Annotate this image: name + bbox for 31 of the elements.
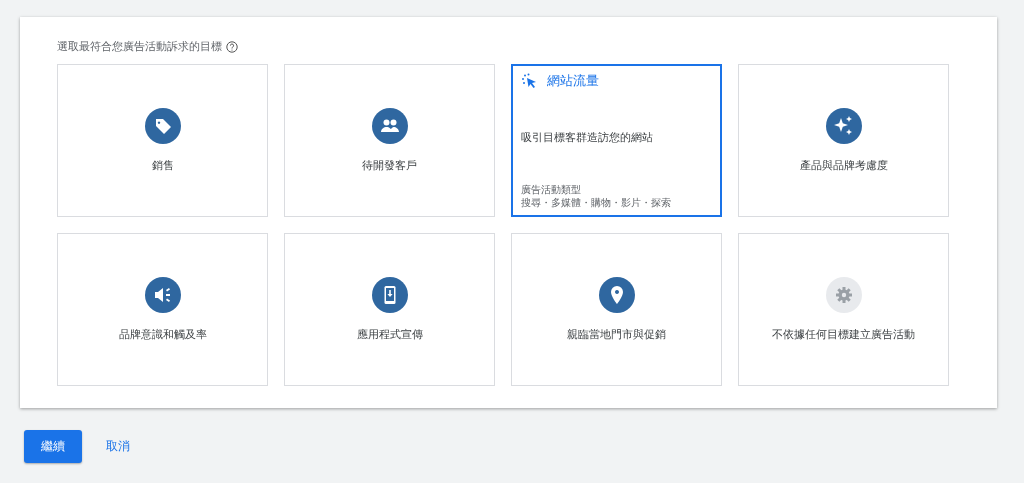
goal-label: 應用程式宣傳 (356, 327, 423, 342)
goal-label: 親臨當地門市與促銷 (567, 327, 666, 342)
location-pin-icon (598, 277, 635, 313)
goal-label: 銷售 (151, 158, 174, 173)
prompt-text: 選取最符合您廣告活動訴求的目標 (57, 39, 222, 54)
goal-card[interactable]: 品牌意識和觸及率 (57, 233, 268, 386)
cursor-click-icon (521, 73, 537, 89)
goal-label: 不依據任何目標建立廣告活動 (772, 327, 915, 342)
cancel-button[interactable]: 取消 (106, 434, 130, 459)
tag-icon (144, 108, 181, 144)
sparkle-icon (825, 108, 862, 144)
people-icon (371, 108, 408, 144)
goal-card[interactable]: 網站流量 吸引目標客群造訪您的網站 廣告活動類型 搜尋・多媒體・購物・影片・探索 (511, 64, 722, 217)
goal-card[interactable]: 不依據任何目標建立廣告活動 (738, 233, 949, 386)
goal-card[interactable]: 應用程式宣傳 (284, 233, 495, 386)
gear-icon (825, 277, 862, 313)
phone-download-icon (371, 277, 408, 313)
goal-title: 網站流量 (547, 72, 599, 90)
goal-label: 待開發客戶 (362, 158, 417, 173)
megaphone-icon (144, 277, 181, 313)
goal-label: 產品與品牌考慮度 (799, 158, 888, 173)
help-icon[interactable] (226, 40, 238, 53)
types-list: 搜尋・多媒體・購物・影片・探索 (521, 196, 671, 209)
goal-card[interactable]: 銷售 (57, 64, 268, 217)
goal-card[interactable]: 待開發客戶 (284, 64, 495, 217)
types-label: 廣告活動類型 (521, 183, 582, 196)
goal-description: 吸引目標客群造訪您的網站 (521, 130, 653, 145)
goal-label: 品牌意識和觸及率 (118, 327, 207, 342)
continue-button[interactable]: 繼續 (24, 430, 82, 463)
goal-card[interactable]: 親臨當地門市與促銷 (511, 233, 722, 386)
goal-card[interactable]: 產品與品牌考慮度 (738, 64, 949, 217)
